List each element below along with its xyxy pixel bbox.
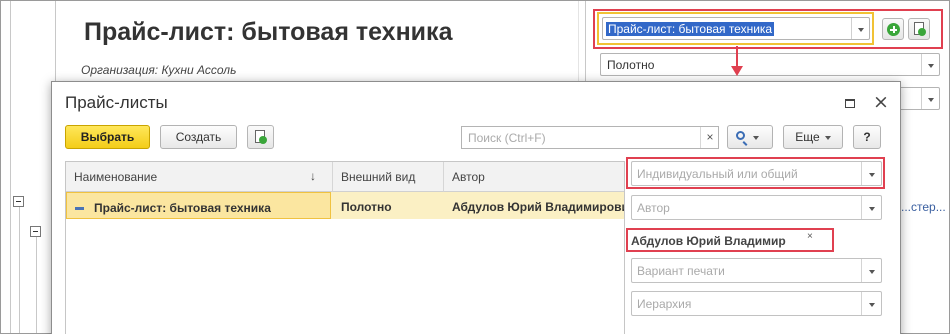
author-tag-highlight — [626, 228, 834, 252]
sort-arrow-icon: ↓ — [310, 169, 316, 183]
print-variant-filter[interactable]: Вариант печати — [631, 258, 882, 283]
chevron-down-icon[interactable] — [861, 259, 881, 282]
search-placeholder: Поиск (Ctrl+F) — [468, 131, 546, 145]
price-lists-table: Наименование ↓ Внешний вид Автор Прайс-л… — [65, 161, 625, 334]
column-header-appearance[interactable]: Внешний вид — [333, 162, 444, 192]
document-add-icon — [255, 130, 267, 144]
table-cell-appearance: Полотно — [341, 200, 392, 214]
author-filter[interactable]: Автор — [631, 195, 882, 220]
tree-collapse-toggle[interactable] — [30, 226, 41, 237]
search-icon — [736, 131, 745, 140]
tree-guide-line — [10, 1, 11, 333]
table-cell-author: Абдулов Юрий Владимирович — [452, 200, 624, 214]
create-button[interactable]: Создать — [160, 125, 237, 149]
search-box[interactable]: Поиск (Ctrl+F) × — [461, 126, 719, 149]
table-row[interactable]: Прайс-лист: бытовая техника Полотно Абду… — [66, 192, 624, 219]
chevron-down-icon — [824, 135, 831, 140]
filter-placeholder: Автор — [637, 201, 670, 215]
table-cell-name-text: Прайс-лист: бытовая техника — [94, 201, 271, 215]
tree-guide-line — [19, 207, 20, 333]
appearance-select[interactable]: Полотно — [600, 53, 940, 76]
chevron-down-icon[interactable] — [861, 196, 881, 219]
tree-collapse-toggle[interactable] — [13, 196, 24, 207]
chevron-down-icon[interactable] — [921, 88, 939, 109]
filter-placeholder: Иерархия — [637, 297, 692, 311]
chevron-down-icon[interactable] — [921, 54, 939, 75]
report-scrollbar[interactable] — [578, 1, 579, 91]
select-button[interactable]: Выбрать — [65, 125, 150, 149]
column-header-name[interactable]: Наименование ↓ — [66, 162, 333, 192]
toolbar-highlight — [593, 9, 943, 49]
report-organization: Организация: Кухни Ассоль — [81, 63, 237, 77]
search-clear-button[interactable]: × — [700, 127, 719, 148]
maximize-icon[interactable] — [845, 99, 855, 108]
report-settings-link[interactable]: ...стер... — [901, 200, 946, 214]
more-menu-button[interactable]: Еще — [783, 125, 843, 149]
appearance-select-value: Полотно — [607, 58, 655, 72]
report-title: Прайс-лист: бытовая техника — [84, 18, 453, 46]
close-icon[interactable]: × — [872, 92, 890, 112]
table-cell-name: Прайс-лист: бытовая техника — [66, 192, 331, 219]
help-button[interactable]: ? — [853, 125, 881, 149]
dialog-title: Прайс-листы — [65, 93, 168, 112]
report-panel-divider — [585, 1, 586, 91]
chevron-down-icon — [753, 135, 759, 140]
search-options-button[interactable] — [727, 125, 773, 149]
arrow-head-icon — [731, 66, 743, 76]
filter-highlight — [626, 157, 885, 189]
price-lists-dialog: Прайс-листы × Выбрать Создать Поиск (Ctr… — [51, 81, 901, 334]
tree-guide-line — [36, 237, 37, 333]
row-marker-icon — [75, 207, 84, 211]
hierarchy-filter[interactable]: Иерархия — [631, 291, 882, 316]
column-header-label: Наименование — [74, 170, 158, 184]
more-menu-label: Еще — [795, 130, 820, 144]
create-copy-button[interactable] — [247, 125, 274, 149]
callout-arrow — [736, 46, 738, 68]
column-header-author[interactable]: Автор — [444, 162, 624, 192]
chevron-down-icon[interactable] — [861, 292, 881, 315]
filter-placeholder: Вариант печати — [637, 264, 725, 278]
